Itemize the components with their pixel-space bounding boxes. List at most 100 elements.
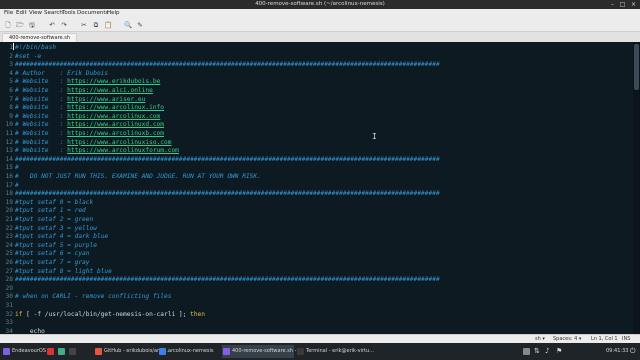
menu-documents[interactable]: Documents xyxy=(77,9,108,18)
taskbar-task[interactable]: arcolinux-nemesis xyxy=(158,345,220,358)
code-line[interactable]: 1 #!/bin/bash xyxy=(0,44,632,53)
code-link[interactable]: https://www.arcolinux.info xyxy=(67,104,164,111)
clock: 09:41:33 xyxy=(606,348,629,354)
line-number: 7 xyxy=(9,95,13,103)
terminal-icon[interactable] xyxy=(69,348,76,355)
code-line[interactable]: 7 # Website : https://www.ariser.eu xyxy=(0,96,632,105)
code-line[interactable]: 3 #######################################… xyxy=(0,61,632,70)
code-link[interactable]: https://www.arcolinuxiso.com xyxy=(67,139,171,146)
browser-icon[interactable] xyxy=(47,348,54,355)
taskbar: EndeavourOS GitHub - erikdubois/arco... a… xyxy=(0,343,640,360)
menu-edit[interactable]: Edit xyxy=(16,9,27,18)
code-token: #tput setaf 0 = black xyxy=(15,198,94,206)
code-line[interactable]: 17 # xyxy=(0,182,632,191)
menu-view[interactable]: View xyxy=(29,9,42,18)
tab-file[interactable]: 400-remove-software.sh xyxy=(2,33,77,42)
line-number: 14 xyxy=(5,155,13,163)
code-link[interactable]: https://www.erikdubois.be xyxy=(67,78,160,85)
code-line[interactable]: 15 # xyxy=(0,164,632,173)
monitor-icon[interactable] xyxy=(523,348,530,355)
language-selector[interactable]: sh ▾ xyxy=(535,335,545,343)
cut-icon[interactable]: ✂ xyxy=(80,21,88,29)
line-number: 17 xyxy=(5,181,13,189)
code-line[interactable]: 2 #set -e xyxy=(0,53,632,62)
indent-selector[interactable]: Spaces: 4 ▾ xyxy=(553,335,581,343)
code-link[interactable]: https://www.arcolinux.com xyxy=(67,113,160,120)
menu-help[interactable]: Help xyxy=(107,9,120,18)
code-token: # xyxy=(15,181,19,189)
code-link[interactable]: https://www.arcolinuxd.com xyxy=(67,121,164,128)
code-line[interactable]: 30 # when on CARLI - remove conflicting f… xyxy=(0,293,632,302)
code-line[interactable]: 33 xyxy=(0,319,632,328)
network-icon[interactable]: ⇅ xyxy=(534,343,540,360)
code-line[interactable]: 26 #tput setaf 7 = gray xyxy=(0,259,632,268)
line-number: 24 xyxy=(5,241,13,249)
code-token: #tput setaf 1 = red xyxy=(15,207,86,215)
code-line[interactable]: 19 #tput setaf 0 = black xyxy=(0,199,632,208)
find-icon[interactable]: 🔍 xyxy=(124,21,132,29)
menu-bar: File Edit View Search Tools Documents He… xyxy=(0,9,640,18)
code-line[interactable]: 8 # Website : https://www.arcolinux.info xyxy=(0,104,632,113)
code-line[interactable]: 10 # Website : https://www.arcolinuxd.com xyxy=(0,121,632,130)
line-number: 4 xyxy=(9,69,13,77)
code-token: # DO NOT JUST RUN THIS. EXAMINE AND JUDG… xyxy=(15,173,261,180)
notification-icon[interactable]: ⚑ xyxy=(556,343,562,360)
code-line[interactable]: 11 # Website : https://www.arcolinuxb.com xyxy=(0,130,632,139)
code-token: # Website : xyxy=(15,87,68,94)
undo-icon[interactable]: ↶ xyxy=(48,21,56,29)
code-link[interactable]: https://www.arcolinuxforum.com xyxy=(67,147,179,154)
code-line[interactable]: 14 ######################################… xyxy=(0,156,632,165)
menu-tools[interactable]: Tools xyxy=(62,9,76,18)
code-token: #tput setaf 7 = gray xyxy=(15,259,90,266)
window-title: 400-remove-software.sh (~/arcolinux-neme… xyxy=(255,1,385,7)
code-line[interactable]: 27 #tput setaf 8 = light blue xyxy=(0,268,632,277)
code-editor[interactable]: 1 #!/bin/bash 2 #set -e 3 ###################… xyxy=(0,42,640,334)
redo-icon[interactable]: ↷ xyxy=(60,21,68,29)
scrollbar-thumb[interactable] xyxy=(634,44,639,90)
code-line[interactable]: 25 #tput setaf 6 = cyan xyxy=(0,250,632,259)
code-line[interactable]: 13 # Website : https://www.arcolinuxforum… xyxy=(0,147,632,156)
code-link[interactable]: https://www.ariser.eu xyxy=(67,96,145,103)
copy-icon[interactable]: ⧉ xyxy=(92,21,100,29)
taskbar-task[interactable]: Terminal - erik@erik-virtu... xyxy=(296,345,374,358)
files-icon[interactable] xyxy=(58,348,65,355)
power-icon[interactable]: ⏻ xyxy=(630,343,636,360)
open-file-icon[interactable]: 🗁 xyxy=(16,21,24,29)
code-line[interactable]: 28 ######################################… xyxy=(0,276,632,285)
code-link[interactable]: https://www.alci.online xyxy=(67,87,153,94)
menu-search[interactable]: Search xyxy=(44,9,63,18)
replace-icon[interactable]: ✎ xyxy=(136,21,144,29)
maximize-button[interactable]: □ xyxy=(618,0,627,9)
taskbar-task[interactable]: 400-remove-software.sh - ... xyxy=(222,345,303,358)
code-line[interactable]: 21 #tput setaf 2 = green xyxy=(0,216,632,225)
code-link[interactable]: https://www.arcolinuxb.com xyxy=(67,130,164,137)
taskbar-task[interactable]: GitHub - erikdubois/arco... xyxy=(94,345,169,358)
menu-file[interactable]: File xyxy=(4,9,13,18)
code-line[interactable]: 31 xyxy=(0,302,632,311)
line-number: 20 xyxy=(5,207,13,215)
code-line[interactable]: 12 # Website : https://www.arcolinuxiso.c… xyxy=(0,139,632,148)
line-code: ########################################… xyxy=(15,190,440,199)
paste-icon[interactable]: 📋 xyxy=(104,21,112,29)
code-line[interactable]: 16 # DO NOT JUST RUN THIS. EXAMINE AND JU… xyxy=(0,173,632,182)
task-app-icon xyxy=(159,348,166,355)
save-file-icon[interactable]: 🖫 xyxy=(28,21,36,29)
code-line[interactable]: 20 #tput setaf 1 = red xyxy=(0,207,632,216)
line-code: #tput setaf 4 = dark blue xyxy=(15,233,108,242)
code-line[interactable]: 23 #tput setaf 4 = dark blue xyxy=(0,233,632,242)
code-line[interactable]: 32 if [ -f /usr/local/bin/get-nemesis-on-… xyxy=(0,311,632,320)
vertical-scrollbar[interactable] xyxy=(633,42,640,334)
code-line[interactable]: 18 ######################################… xyxy=(0,190,632,199)
code-line[interactable]: 24 #tput setaf 5 = purple xyxy=(0,242,632,251)
status-bar: sh ▾ Spaces: 4 ▾ Ln 1, Col 1 INS xyxy=(0,334,640,343)
code-line[interactable]: 5 # Website : https://www.erikdubois.be xyxy=(0,78,632,87)
title-bar: 400-remove-software.sh (~/arcolinux-neme… xyxy=(0,0,640,9)
close-button[interactable]: × xyxy=(629,0,638,9)
volume-icon[interactable]: ♪ xyxy=(545,343,549,360)
line-number: 30 xyxy=(5,293,13,301)
minimize-button[interactable]: – xyxy=(608,0,617,9)
line-code: # Website : https://www.arcolinuxb.com xyxy=(15,130,164,139)
code-line[interactable]: 6 # Website : https://www.alci.online xyxy=(0,87,632,96)
code-line[interactable]: 22 #tput setaf 3 = yellow xyxy=(0,225,632,234)
new-file-icon[interactable]: 🗋 xyxy=(4,21,12,29)
